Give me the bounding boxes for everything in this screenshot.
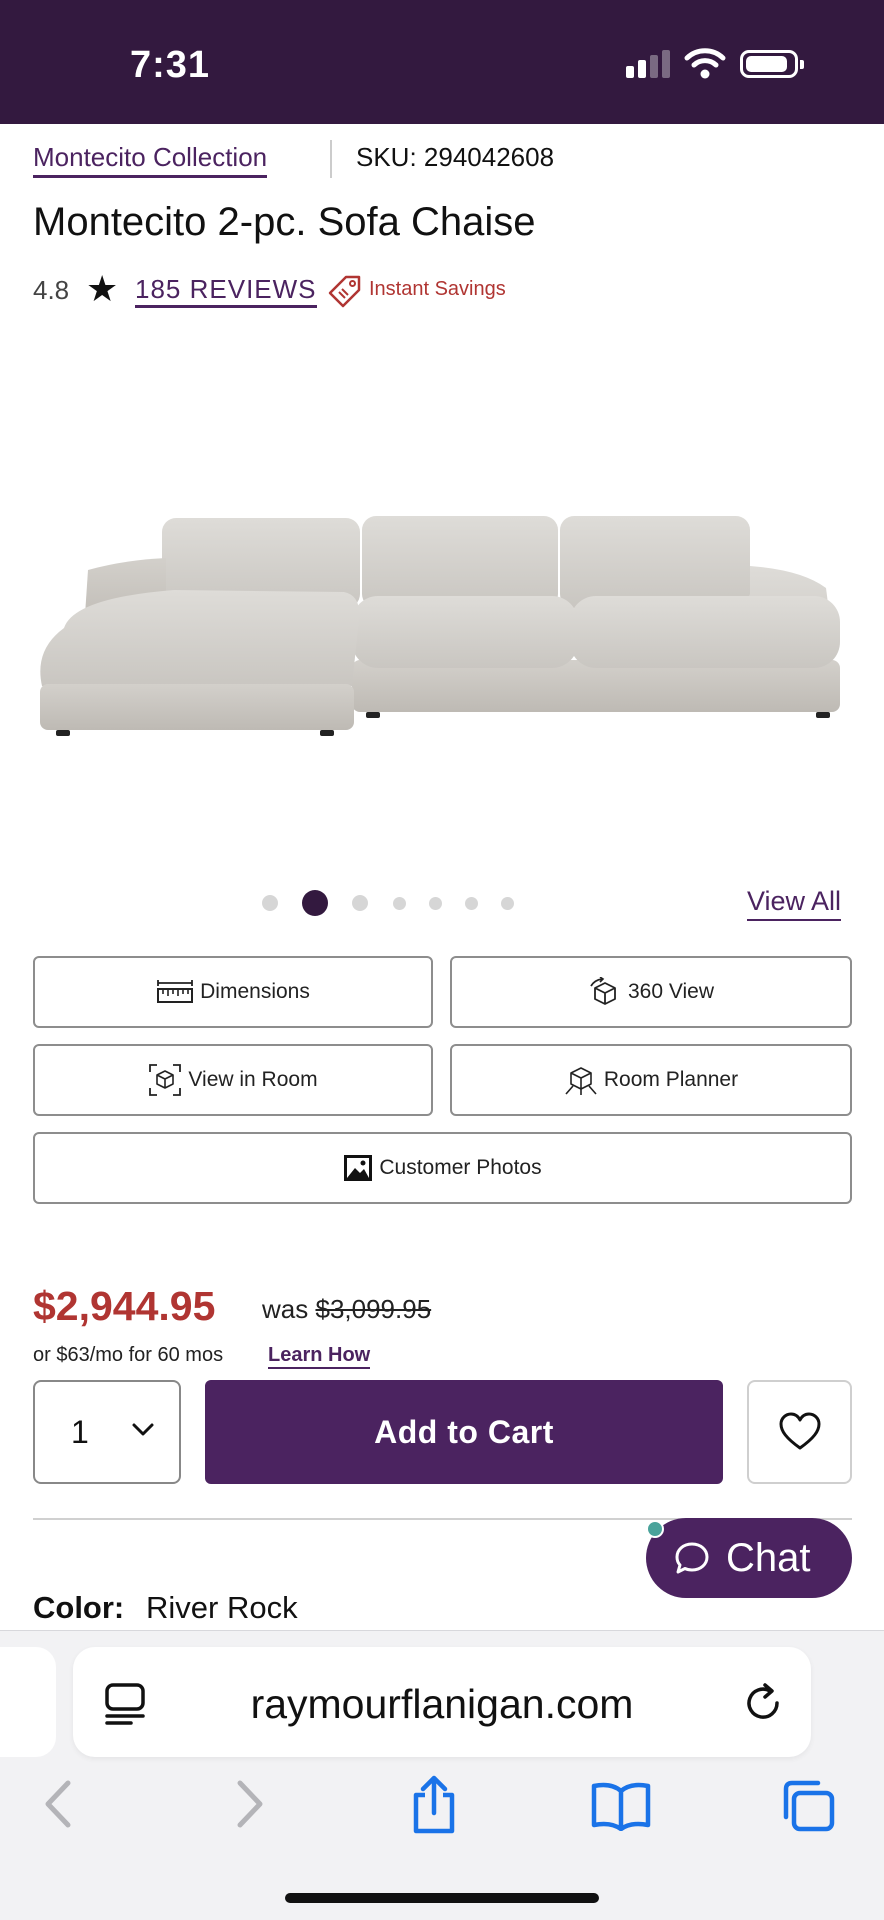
gallery-pagination[interactable] [262, 890, 522, 916]
customer-photos-button[interactable]: Customer Photos [33, 1132, 852, 1204]
sale-price: $2,944.95 [33, 1283, 216, 1329]
bookmarks-icon[interactable] [590, 1781, 652, 1831]
was-price-line: was $3,099.95 [262, 1294, 431, 1325]
heart-icon [779, 1412, 820, 1450]
room-planner-label: Room Planner [603, 1068, 739, 1091]
star-icon: ★ [86, 268, 119, 309]
view-all-link[interactable]: View All [747, 886, 842, 921]
product-title: Montecito 2-pc. Sofa Chaise [33, 200, 536, 244]
gallery-dot-active[interactable] [302, 890, 328, 916]
chat-button[interactable]: Chat [646, 1518, 852, 1598]
360-view-button[interactable]: 360 View [450, 956, 852, 1028]
product-image[interactable] [34, 510, 850, 750]
address-bar[interactable]: raymourflanigan.com [73, 1647, 811, 1757]
image-icon [344, 1155, 373, 1181]
online-status-dot [646, 1520, 664, 1538]
chat-bubble-icon [675, 1542, 709, 1574]
reviews-link[interactable]: 185 REVIEWS [135, 274, 317, 308]
home-indicator[interactable] [285, 1893, 599, 1903]
learn-how-link[interactable]: Learn How [268, 1344, 371, 1369]
color-label: Color: [33, 1590, 125, 1625]
browser-toolbar: raymourflanigan.com [0, 1630, 884, 1920]
add-to-cart-button[interactable]: Add to Cart [205, 1380, 723, 1484]
status-time: 7:31 [130, 44, 211, 86]
view-in-room-button[interactable]: View in Room [33, 1044, 433, 1116]
gallery-dot[interactable] [501, 897, 514, 910]
tabs-icon[interactable] [778, 1779, 836, 1833]
instant-savings-label[interactable]: Instant Savings [369, 278, 506, 301]
rating-value: 4.8 [33, 275, 70, 305]
gallery-dot[interactable] [262, 895, 278, 911]
gallery-dot[interactable] [429, 897, 442, 910]
dimensions-button[interactable]: Dimensions [33, 956, 433, 1028]
ar-cube-icon [149, 1064, 182, 1096]
sku-label: SKU: 294042608 [356, 142, 555, 172]
collection-link[interactable]: Montecito Collection [33, 142, 268, 178]
cellular-signal-icon [626, 50, 672, 78]
battery-icon [740, 50, 804, 78]
forward-icon[interactable] [232, 1779, 268, 1829]
back-icon[interactable] [40, 1779, 76, 1829]
status-bar: 7:31 [0, 0, 884, 124]
quantity-select[interactable]: 1 [33, 1380, 181, 1484]
price-tag-icon [328, 275, 361, 308]
url-text: raymourflanigan.com [250, 1681, 634, 1727]
reload-icon[interactable] [741, 1681, 785, 1725]
view-in-room-label: View in Room [188, 1068, 318, 1091]
rotate-cube-icon [590, 977, 616, 1005]
original-price: $3,099.95 [315, 1294, 432, 1324]
dimensions-label: Dimensions [200, 980, 310, 1003]
chevron-down-icon [132, 1423, 154, 1436]
wishlist-button[interactable] [747, 1380, 852, 1484]
quantity-value: 1 [71, 1414, 89, 1450]
header-divider [330, 140, 332, 178]
previous-tab-preview[interactable] [0, 1647, 56, 1757]
wifi-icon [684, 48, 726, 79]
room-planner-button[interactable]: Room Planner [450, 1044, 852, 1116]
gallery-dot[interactable] [352, 895, 368, 911]
gallery-dot[interactable] [465, 897, 478, 910]
room-planner-icon [565, 1067, 597, 1095]
add-to-cart-label: Add to Cart [374, 1413, 554, 1450]
chat-label: Chat [726, 1535, 811, 1580]
color-value: River Rock [146, 1590, 298, 1625]
financing-text: or $63/mo for 60 mos [33, 1344, 224, 1366]
share-icon[interactable] [408, 1775, 460, 1835]
customer-photos-label: Customer Photos [379, 1156, 542, 1179]
ruler-icon [157, 980, 194, 1003]
360-view-label: 360 View [627, 980, 714, 1003]
gallery-dot[interactable] [393, 897, 406, 910]
was-label: was [262, 1294, 309, 1324]
